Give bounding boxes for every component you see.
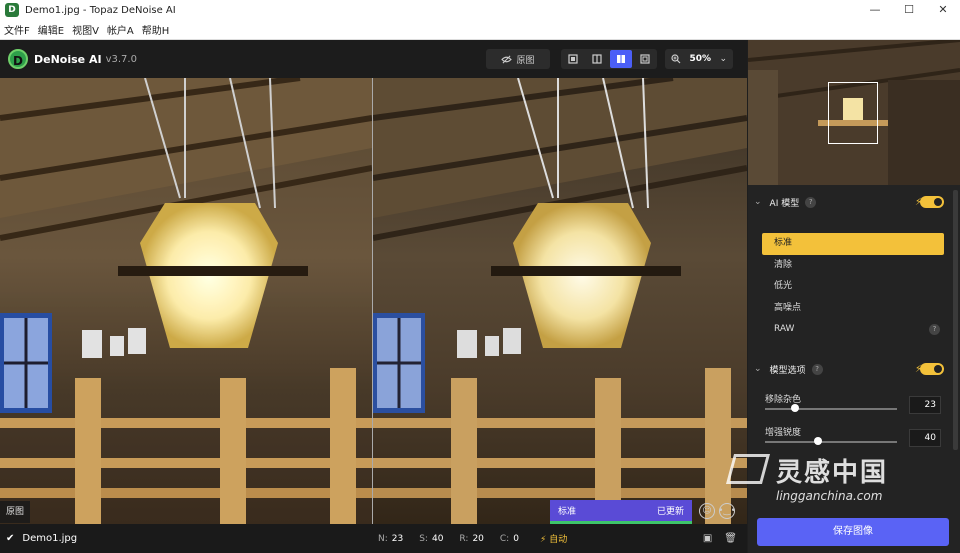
model-options-auto-toggle[interactable] (920, 363, 944, 375)
side-by-side-icon (617, 55, 625, 63)
navigator-thumbnail[interactable] (747, 38, 960, 185)
check-icon: ✔ (6, 533, 15, 544)
processed-photo (372, 78, 747, 524)
eye-off-icon (501, 55, 513, 63)
navigator-viewport-box[interactable] (828, 82, 878, 144)
remove-noise-slider-block: 移除杂色 23 (765, 392, 945, 414)
original-toggle-button[interactable]: 原图 (486, 49, 550, 69)
original-photo (0, 78, 373, 524)
enhance-sharpness-thumb[interactable] (813, 437, 822, 445)
model-item-severe-noise[interactable]: 高噪点 (762, 298, 944, 320)
side-by-side-view-button[interactable] (610, 50, 632, 68)
menu-file[interactable]: 文件F (4, 22, 30, 37)
window-titlebar: D Demo1.jpg - Topaz DeNoise AI — ☐ ✕ (0, 0, 960, 20)
single-view-button[interactable] (562, 50, 584, 68)
zoom-in-icon (671, 54, 681, 64)
window-controls: — ☐ ✕ (858, 0, 960, 20)
ai-model-auto-toggle[interactable] (920, 196, 944, 208)
recover-stat: R: 20 (459, 533, 484, 544)
neutral-face-icon[interactable]: •‿• (718, 503, 736, 519)
original-image-pane[interactable]: 原图 (0, 78, 373, 524)
enhance-sharpness-track[interactable] (765, 441, 897, 443)
chevron-down-icon: ⌄ (754, 197, 762, 207)
auto-mode[interactable]: ⚡ 自动 (540, 532, 567, 545)
grid-view-icon (640, 54, 650, 64)
zoom-value: 50% (689, 54, 711, 64)
model-item-low-light[interactable]: 低光 (762, 276, 944, 298)
remove-noise-thumb[interactable] (791, 404, 800, 412)
watermark: 灵感中国 lingganchina.com (725, 452, 889, 503)
minimize-button[interactable]: — (858, 0, 892, 20)
model-item-standard[interactable]: 标准 (762, 233, 944, 255)
model-item-raw[interactable]: RAW? (762, 319, 944, 341)
status-state-label: 已更新 (656, 507, 684, 517)
sharpen-stat: S: 40 (419, 533, 444, 544)
model-item-raw-label: RAW (774, 324, 795, 334)
window-title: Demo1.jpg - Topaz DeNoise AI (25, 4, 176, 16)
zoom-control[interactable]: 50% ⌄ (665, 49, 733, 69)
panel-scrollbar[interactable] (953, 190, 958, 450)
menu-account[interactable]: 帐户A (107, 22, 134, 37)
trash-icon[interactable]: 🗑 (724, 533, 737, 544)
watermark-logo-icon (725, 454, 771, 484)
bottom-actions: ▣ 🗑 (703, 533, 737, 544)
enhance-sharpness-slider-block: 增强锐度 40 (765, 425, 945, 447)
original-toggle-label: 原图 (516, 55, 535, 66)
status-model-label: 标准 (558, 507, 577, 517)
help-icon[interactable]: ? (811, 363, 823, 375)
menu-edit[interactable]: 编辑E (38, 22, 64, 37)
chevron-down-icon: ⌄ (719, 54, 727, 64)
remove-noise-track[interactable] (765, 408, 897, 410)
face-feedback-group: ☺ •‿• (699, 503, 736, 519)
model-options-title: 模型选项 (769, 365, 806, 376)
file-name: Demo1.jpg (22, 533, 78, 544)
original-image-tag: 原图 (0, 501, 31, 523)
single-view-icon (568, 54, 578, 64)
split-view-button[interactable] (586, 50, 608, 68)
maximize-button[interactable]: ☐ (892, 0, 926, 20)
smile-face-icon[interactable]: ☺ (699, 503, 715, 519)
menu-help[interactable]: 帮助H (142, 22, 170, 37)
auto-mode-label: 自动 (549, 535, 568, 545)
model-options-section-header[interactable]: ⌄ 模型选项 ? ⚡ (748, 358, 952, 380)
chevron-down-icon: ⌄ (754, 364, 762, 374)
ai-model-title: AI 模型 (769, 198, 800, 209)
processing-status-popup: 标准 已更新 (550, 500, 692, 524)
split-view-icon (592, 54, 602, 64)
enhance-sharpness-value[interactable]: 40 (909, 429, 941, 447)
camera-icon[interactable]: ▣ (703, 533, 712, 544)
ai-model-section-header[interactable]: ⌄ AI 模型 ? ⚡ (748, 191, 952, 213)
brand-name: DeNoise AI (34, 52, 102, 66)
menu-bar: 文件F 编辑E 视图V 帐户A 帮助H (0, 20, 960, 40)
toolbar: D DeNoise AI v3.7.0 原图 50% ⌄ (0, 40, 747, 78)
model-item-clear[interactable]: 清除 (762, 255, 944, 277)
bottom-status-bar: ✔ Demo1.jpg N: 23 S: 40 R: 20 C: 0 ⚡ 自动 ▣ 🗑 (0, 524, 747, 553)
image-viewer[interactable]: 原图 (0, 78, 747, 524)
app-version: v3.7.0 (105, 53, 137, 65)
menu-view[interactable]: 视图V (72, 22, 99, 37)
noise-stat: N: 23 (378, 533, 404, 544)
watermark-en: lingganchina.com (776, 489, 883, 503)
help-icon[interactable]: ? (929, 324, 940, 335)
comparison-view-button[interactable] (634, 50, 656, 68)
settings-summary: N: 23 S: 40 R: 20 C: 0 (378, 534, 519, 544)
watermark-cn: 灵感中国 (776, 458, 889, 488)
help-icon[interactable]: ? (805, 196, 817, 208)
color-stat: C: 0 (499, 533, 519, 544)
view-mode-group (561, 49, 657, 69)
processed-image-pane[interactable] (372, 78, 747, 524)
close-button[interactable]: ✕ (926, 0, 960, 20)
save-image-button[interactable]: 保存图像 (757, 518, 949, 546)
remove-noise-value[interactable]: 23 (909, 396, 941, 414)
app-icon: D (5, 3, 19, 17)
ai-model-list: 标准 清除 低光 高噪点 RAW? (762, 233, 944, 341)
app-logo: D (8, 49, 28, 69)
